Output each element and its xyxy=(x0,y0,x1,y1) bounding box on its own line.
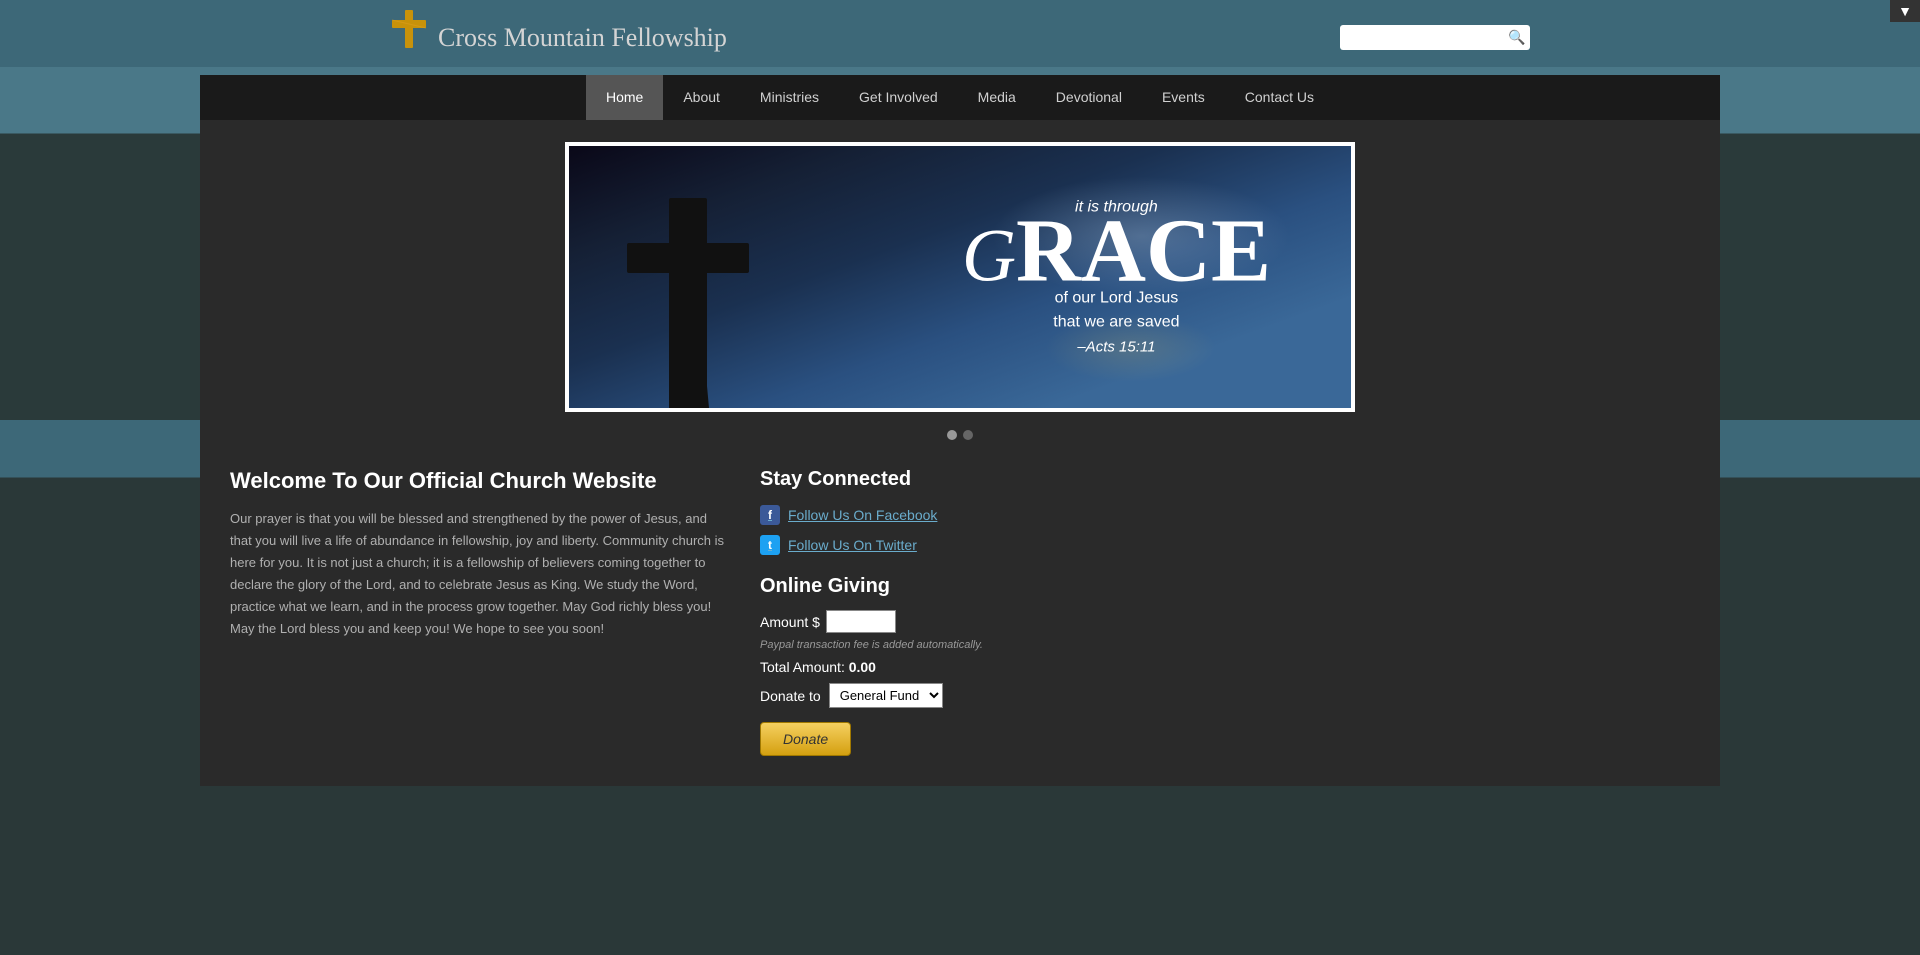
nav-events[interactable]: Events xyxy=(1142,75,1225,120)
total-value: 0.00 xyxy=(849,659,876,675)
twitter-label: Follow Us On Twitter xyxy=(788,537,917,553)
nav-about[interactable]: About xyxy=(663,75,740,120)
twitter-link[interactable]: t Follow Us On Twitter xyxy=(760,535,1040,555)
search-box[interactable]: 🔍 xyxy=(1340,25,1530,50)
amount-row: Amount $ xyxy=(760,610,1040,633)
site-title: Cross Mountain Fellowship xyxy=(438,23,727,53)
right-sidebar: Stay Connected f Follow Us On Facebook t… xyxy=(760,468,1040,756)
hero-text-block: it is through GRACE of our Lord Jesus th… xyxy=(962,199,1271,356)
search-input[interactable] xyxy=(1348,30,1508,45)
online-giving-title: Online Giving xyxy=(760,575,1040,598)
nav-devotional[interactable]: Devotional xyxy=(1036,75,1142,120)
paypal-note: Paypal transaction fee is added automati… xyxy=(760,639,1040,651)
main-nav: Home About Ministries Get Involved Media… xyxy=(200,75,1720,120)
scroll-top-button[interactable]: ▼ xyxy=(1890,0,1920,22)
total-amount-row: Total Amount: 0.00 xyxy=(760,659,1040,675)
hero-verse: –Acts 15:11 xyxy=(962,339,1271,356)
donate-to-label: Donate to xyxy=(760,688,821,704)
welcome-section: Welcome To Our Official Church Website O… xyxy=(230,468,730,756)
amount-input[interactable] xyxy=(826,610,896,633)
slider-dots xyxy=(200,430,1720,440)
donate-to-row: Donate to General Fund xyxy=(760,683,1040,708)
amount-label: Amount $ xyxy=(760,614,820,630)
online-giving-section: Online Giving Amount $ Paypal transactio… xyxy=(760,575,1040,756)
fund-select[interactable]: General Fund xyxy=(829,683,943,708)
nav-ministries[interactable]: Ministries xyxy=(740,75,839,120)
nav-contact-us[interactable]: Contact Us xyxy=(1225,75,1334,120)
slider-dot-1[interactable] xyxy=(947,430,957,440)
facebook-link[interactable]: f Follow Us On Facebook xyxy=(760,505,1040,525)
nav-get-involved[interactable]: Get Involved xyxy=(839,75,958,120)
hero-slider: it is through GRACE of our Lord Jesus th… xyxy=(565,142,1355,412)
total-label: Total Amount: xyxy=(760,659,845,675)
hero-cross-silhouette xyxy=(609,168,769,408)
stay-connected-section: Stay Connected f Follow Us On Facebook t… xyxy=(760,468,1040,555)
main-content-area: it is through GRACE of our Lord Jesus th… xyxy=(200,120,1720,786)
twitter-icon: t xyxy=(760,535,780,555)
nav-media[interactable]: Media xyxy=(958,75,1036,120)
facebook-icon: f xyxy=(760,505,780,525)
cross-logo-icon xyxy=(390,10,430,65)
stay-connected-title: Stay Connected xyxy=(760,468,1040,491)
logo-area: Cross Mountain Fellowship xyxy=(390,10,727,65)
welcome-body: Our prayer is that you will be blessed a… xyxy=(230,508,730,641)
nav-home[interactable]: Home xyxy=(586,75,663,120)
hero-grace-text: GRACE xyxy=(962,207,1271,297)
welcome-title: Welcome To Our Official Church Website xyxy=(230,468,730,494)
slider-dot-2[interactable] xyxy=(963,430,973,440)
facebook-label: Follow Us On Facebook xyxy=(788,507,937,523)
donate-button[interactable]: Donate xyxy=(760,722,851,756)
search-icon: 🔍 xyxy=(1508,29,1525,46)
